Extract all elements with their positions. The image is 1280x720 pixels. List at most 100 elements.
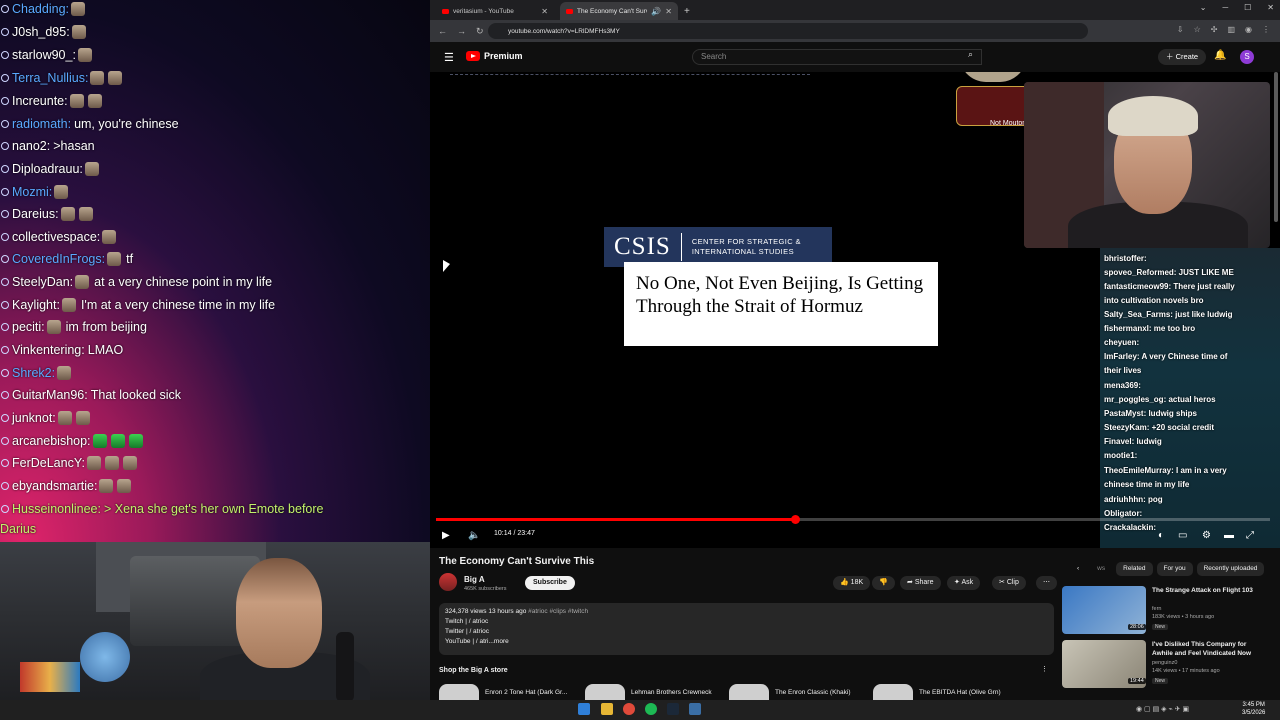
video-progress-bar[interactable] [436, 515, 1270, 524]
maximize-icon[interactable]: ☐ [1244, 3, 1251, 12]
url-field[interactable]: youtube.com/watch?v=LRlDMFHs3MY [488, 23, 1088, 39]
notifications-bell-icon[interactable]: 🔔 [1214, 50, 1226, 61]
chips-left-arrow-icon[interactable]: ‹ [1070, 562, 1086, 576]
description-youtube[interactable]: YouTube | / atri [445, 638, 489, 645]
merch-item[interactable]: Enron 2 Tone Hat (Dark Gr... [439, 684, 567, 700]
reload-icon[interactable]: ↻ [476, 26, 484, 37]
chat-username[interactable]: Chadding: [12, 2, 69, 16]
chat-username[interactable]: starlow90_: [12, 48, 76, 62]
settings-gear-icon[interactable]: ⚙ [1202, 530, 1211, 541]
description-twitter[interactable]: Twitter | / atrioc [445, 627, 1048, 637]
profile-icon[interactable]: ◉ [1245, 25, 1252, 34]
tab-search-icon[interactable]: ⌄ [1200, 3, 1207, 12]
chat-username[interactable]: arcanebishop: [12, 434, 91, 448]
volume-icon[interactable]: 🔈 [468, 530, 480, 541]
file-explorer-icon[interactable] [601, 703, 613, 715]
extensions-icon[interactable]: ✣ [1211, 25, 1218, 34]
chat-username[interactable]: Husseinonlinee: [12, 502, 101, 516]
chat-username[interactable]: nano2: [12, 139, 50, 153]
app-icon[interactable] [689, 703, 701, 715]
dislike-button[interactable]: 👎 [872, 576, 895, 590]
recommended-title[interactable]: The Strange Attack on Flight 103 [1152, 586, 1264, 595]
chat-username[interactable]: radiomath: [12, 117, 71, 131]
chip-recently-uploaded[interactable]: Recently uploaded [1196, 562, 1265, 576]
merch-item[interactable]: The Enron Classic (Khaki) [729, 684, 851, 700]
chat-username[interactable]: collectivespace: [12, 230, 100, 244]
chip-for-you[interactable]: For you [1156, 562, 1193, 576]
chat-username[interactable]: junknot: [12, 411, 56, 425]
close-window-icon[interactable]: ✕ [1267, 3, 1274, 12]
sidebar-icon[interactable]: ▥ [1227, 25, 1235, 34]
recommended-video[interactable]: 28:06 The Strange Attack on Flight 103 f… [1062, 586, 1272, 634]
chat-username[interactable]: Dareius: [12, 207, 59, 221]
chip-related[interactable]: Related [1116, 562, 1153, 576]
channel-name[interactable]: Big A [464, 575, 485, 584]
chat-username[interactable]: CoveredInFrogs: [12, 252, 105, 266]
search-input[interactable]: Search [692, 49, 982, 65]
chat-username[interactable]: Diploadrauu: [12, 162, 83, 176]
more-actions-button[interactable]: ⋯ [1036, 576, 1057, 590]
close-tab-icon[interactable]: ✕ [541, 7, 548, 16]
search-icon[interactable]: ⌕ [968, 49, 973, 60]
chat-username[interactable]: peciti: [12, 320, 45, 334]
play-icon[interactable]: ▶ [442, 530, 450, 541]
description-tags[interactable]: #atrioc #clips #twitch [528, 608, 588, 615]
chat-username[interactable]: Mozmi: [12, 185, 52, 199]
system-clock[interactable]: 3:45 PM 3/5/2026 [1242, 701, 1265, 717]
chat-username[interactable]: FerDeLancY: [12, 456, 85, 470]
fullscreen-icon[interactable]: ⤢ [1246, 530, 1254, 541]
chat-username[interactable]: Increunte: [12, 94, 68, 108]
theater-mode-icon[interactable]: ▬ [1224, 530, 1234, 541]
chat-username[interactable]: Kaylight: [12, 298, 60, 312]
youtube-logo[interactable]: Premium [466, 51, 523, 61]
clip-button[interactable]: ✂ Clip [992, 576, 1026, 590]
chrome-icon[interactable] [623, 703, 635, 715]
recommended-channel[interactable]: fern [1152, 606, 1161, 612]
page-scrollbar[interactable] [1274, 72, 1278, 222]
chat-username[interactable]: Vinkentering: [12, 343, 85, 357]
minimize-icon[interactable]: ─ [1222, 3, 1228, 12]
recommended-title[interactable]: I've Disliked This Company for Awhile an… [1152, 640, 1264, 658]
chat-username[interactable]: J0sh_d95: [12, 25, 70, 39]
description-more-link[interactable]: ...more [489, 638, 509, 645]
chat-username[interactable]: Shrek2: [12, 366, 55, 380]
menu-icon[interactable]: ⋮ [1262, 25, 1270, 34]
recommended-channel[interactable]: penguinz0 [1152, 660, 1177, 666]
chat-username[interactable]: SteelyDan: [12, 275, 73, 289]
description-twitch[interactable]: Twitch | / atrioc [445, 617, 1048, 627]
chat-username[interactable]: Terra_Nullius: [12, 71, 88, 85]
like-button[interactable]: 👍 18K [833, 576, 871, 590]
bookmark-star-icon[interactable]: ☆ [1194, 25, 1201, 34]
audio-icon[interactable]: 🔊 [651, 7, 661, 16]
install-icon[interactable]: ⇩ [1177, 25, 1184, 34]
merch-item[interactable]: Lehman Brothers Crewneck [585, 684, 712, 700]
autoplay-toggle-icon[interactable]: ◐ [1158, 530, 1164, 541]
recommended-video[interactable]: 19:44 I've Disliked This Company for Awh… [1062, 640, 1272, 688]
subscribe-button[interactable]: Subscribe [525, 576, 575, 590]
chat-username[interactable]: GuitarMan96: [12, 388, 88, 402]
tab-economy-video[interactable]: The Economy Can't Survive 🔊 ✕ [560, 2, 678, 20]
store-menu-icon[interactable]: ⋮ [1034, 663, 1055, 677]
create-button[interactable]: ＋ Create [1158, 49, 1207, 65]
chat-username[interactable]: ebyandsmartie: [12, 479, 97, 493]
video-player[interactable]: Not Mouton CSIS CENTER FOR STRATEGIC & I… [430, 72, 1280, 548]
tab-veritasium[interactable]: veritasium - YouTube ✕ [436, 2, 554, 20]
account-avatar[interactable]: S [1240, 50, 1254, 64]
back-icon[interactable]: ← [438, 26, 447, 36]
captions-icon[interactable]: ▭ [1178, 530, 1187, 541]
tray-icons[interactable]: ◉ ▢ ▤ ◈ ⌁ ✈ ▣ [1136, 705, 1189, 713]
forward-icon[interactable]: → [457, 26, 466, 36]
hamburger-menu-icon[interactable]: ☰ [444, 51, 454, 64]
windows-start-icon[interactable] [578, 703, 590, 715]
spotify-icon[interactable] [645, 703, 657, 715]
channel-avatar[interactable] [439, 573, 457, 591]
ask-button[interactable]: ✦ Ask [947, 576, 981, 590]
share-button[interactable]: ➦ Share [900, 576, 941, 590]
chip-partial[interactable]: ws [1090, 562, 1112, 576]
merch-item[interactable]: The EBITDA Hat (Olive Grn) [873, 684, 1001, 700]
new-tab-button[interactable]: + [684, 6, 690, 17]
steam-icon[interactable] [667, 703, 679, 715]
description-box[interactable]: 324,378 views 13 hours ago #atrioc #clip… [439, 603, 1054, 655]
progress-scrubber[interactable] [790, 515, 800, 524]
close-tab-icon[interactable]: ✕ [665, 7, 672, 16]
